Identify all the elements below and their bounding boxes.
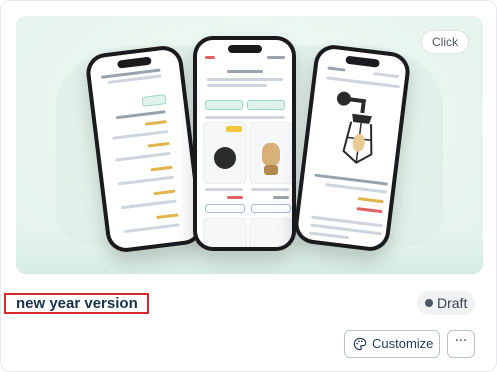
- more-options-icon: ···: [454, 334, 468, 349]
- phone-screen-center: [197, 40, 292, 247]
- phone-screen-right: [296, 47, 408, 249]
- click-hint-badge[interactable]: Click: [421, 30, 469, 54]
- phone-notch: [345, 55, 380, 68]
- customize-label: Customize: [372, 336, 434, 351]
- theme-preview-image[interactable]: Click: [16, 16, 483, 274]
- cage-lamp-image: [336, 91, 373, 164]
- more-options-button[interactable]: ···: [447, 330, 475, 358]
- palette-icon: [353, 337, 367, 351]
- status-dot-icon: [425, 299, 433, 307]
- status-badge: Draft: [417, 291, 475, 315]
- phone-notch: [116, 56, 152, 69]
- phone-screen-left: [88, 48, 201, 250]
- phone-mockup-center: [193, 36, 296, 251]
- phone-notch: [227, 45, 262, 53]
- theme-card: Click new year version Draft Customize ·…: [0, 0, 497, 372]
- theme-version-title: new year version: [4, 293, 149, 314]
- customize-button[interactable]: Customize: [344, 330, 440, 358]
- status-label: Draft: [437, 295, 468, 311]
